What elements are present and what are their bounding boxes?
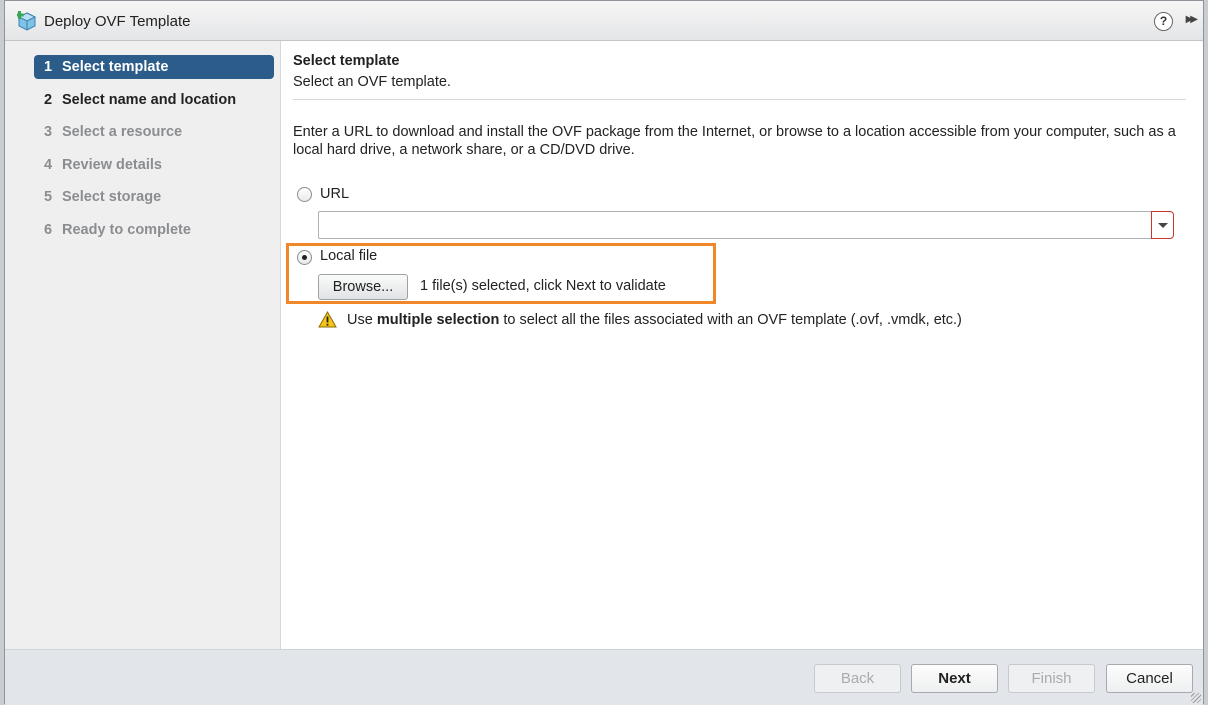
warning-message: Use multiple selection to select all the…: [347, 312, 962, 328]
wizard-content: Select template Select an OVF template. …: [281, 41, 1203, 649]
ovf-template-icon: [17, 11, 37, 31]
step-select-a-resource: 3 Select a resource: [34, 120, 274, 144]
page-title: Select template: [293, 53, 400, 69]
back-button[interactable]: Back: [814, 664, 901, 693]
step-number: 4: [44, 157, 53, 173]
step-review-details: 4 Review details: [34, 153, 274, 177]
step-label: Select a resource: [62, 124, 183, 140]
step-select-storage: 5 Select storage: [34, 185, 274, 209]
step-number: 3: [44, 124, 53, 140]
warning-icon: [318, 311, 337, 328]
wizard-steps-sidebar: 1 Select template 2 Select name and locati…: [5, 41, 281, 649]
url-dropdown-button[interactable]: [1151, 211, 1174, 239]
step-number: 6: [44, 222, 53, 238]
page-subtitle: Select an OVF template.: [293, 74, 451, 90]
title-bar[interactable]: Deploy OVF Template ? ▶▶: [5, 1, 1203, 41]
local-file-radio[interactable]: [297, 250, 312, 265]
url-input[interactable]: [318, 211, 1152, 239]
description-text: Enter a URL to download and install the …: [293, 124, 1176, 158]
divider: [293, 99, 1186, 100]
warning-bold: multiple selection: [376, 312, 500, 328]
next-button[interactable]: Next: [911, 664, 998, 693]
step-select-template[interactable]: 1 Select template: [34, 55, 274, 79]
files-selected-status: 1 file(s) selected, click Next to valida…: [420, 278, 666, 294]
warning-prefix: Use: [347, 312, 377, 328]
wizard-footer: Back Next Finish Cancel: [5, 649, 1203, 705]
help-icon[interactable]: ?: [1154, 12, 1173, 31]
step-label: Select storage: [62, 189, 162, 205]
cancel-button[interactable]: Cancel: [1106, 664, 1193, 693]
step-label: Ready to complete: [62, 222, 191, 238]
step-select-name-and-location[interactable]: 2 Select name and location: [34, 88, 274, 112]
step-number: 1: [44, 59, 53, 75]
resize-grip[interactable]: [1191, 693, 1201, 703]
url-radio[interactable]: [297, 187, 312, 202]
warning-suffix: to select all the files associated with …: [499, 312, 962, 328]
local-file-radio-label[interactable]: Local file: [320, 248, 377, 264]
dialog-title: Deploy OVF Template: [44, 13, 191, 30]
step-ready-to-complete: 6 Ready to complete: [34, 218, 274, 242]
step-number: 5: [44, 189, 53, 205]
finish-button[interactable]: Finish: [1008, 664, 1095, 693]
step-label: Review details: [62, 157, 162, 173]
step-label: Select name and location: [62, 92, 237, 108]
browse-button[interactable]: Browse...: [318, 274, 408, 300]
step-number: 2: [44, 92, 53, 108]
step-label: Select template: [62, 59, 169, 75]
deploy-ovf-dialog: Deploy OVF Template ? ▶▶ 1 Select templat…: [4, 0, 1204, 705]
url-radio-label[interactable]: URL: [320, 186, 349, 202]
expand-icon[interactable]: ▶▶: [1186, 14, 1199, 25]
